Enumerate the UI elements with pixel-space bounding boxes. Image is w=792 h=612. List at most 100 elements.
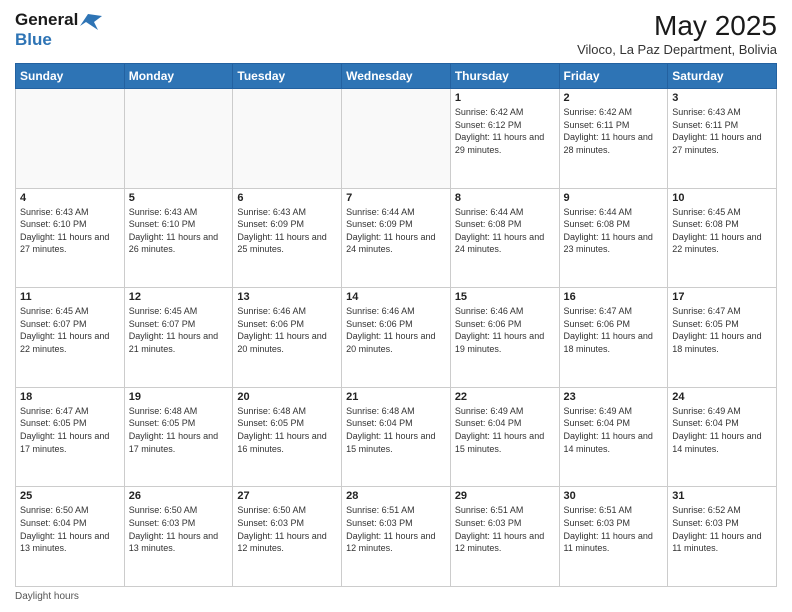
table-row [342, 89, 451, 189]
calendar-week-row: 18 Sunrise: 6:47 AM Sunset: 6:05 PM Dayli… [16, 387, 777, 487]
table-row [16, 89, 125, 189]
table-row: 2 Sunrise: 6:42 AM Sunset: 6:11 PM Daylig… [559, 89, 668, 189]
table-row: 28 Sunrise: 6:51 AM Sunset: 6:03 PM Dayli… [342, 487, 451, 587]
day-number: 19 [129, 391, 229, 403]
day-info: Sunrise: 6:44 AM Sunset: 6:09 PM Dayligh… [346, 206, 446, 256]
day-info: Sunrise: 6:46 AM Sunset: 6:06 PM Dayligh… [455, 305, 555, 355]
day-info: Sunrise: 6:46 AM Sunset: 6:06 PM Dayligh… [237, 305, 337, 355]
table-row: 13 Sunrise: 6:46 AM Sunset: 6:06 PM Dayli… [233, 288, 342, 388]
day-info: Sunrise: 6:44 AM Sunset: 6:08 PM Dayligh… [564, 206, 664, 256]
footer: Daylight hours [15, 591, 777, 602]
table-row: 27 Sunrise: 6:50 AM Sunset: 6:03 PM Dayli… [233, 487, 342, 587]
day-number: 11 [20, 291, 120, 303]
day-number: 10 [672, 192, 772, 204]
table-row: 22 Sunrise: 6:49 AM Sunset: 6:04 PM Dayli… [450, 387, 559, 487]
day-info: Sunrise: 6:49 AM Sunset: 6:04 PM Dayligh… [455, 405, 555, 455]
table-row: 9 Sunrise: 6:44 AM Sunset: 6:08 PM Daylig… [559, 188, 668, 288]
logo: General Blue [15, 10, 102, 49]
day-info: Sunrise: 6:43 AM Sunset: 6:09 PM Dayligh… [237, 206, 337, 256]
title-block: May 2025 Viloco, La Paz Department, Boli… [577, 10, 777, 57]
day-number: 1 [455, 92, 555, 104]
day-number: 20 [237, 391, 337, 403]
calendar-week-row: 11 Sunrise: 6:45 AM Sunset: 6:07 PM Dayli… [16, 288, 777, 388]
table-row: 5 Sunrise: 6:43 AM Sunset: 6:10 PM Daylig… [124, 188, 233, 288]
day-number: 12 [129, 291, 229, 303]
day-info: Sunrise: 6:50 AM Sunset: 6:03 PM Dayligh… [129, 504, 229, 554]
day-number: 31 [672, 490, 772, 502]
day-info: Sunrise: 6:50 AM Sunset: 6:03 PM Dayligh… [237, 504, 337, 554]
day-info: Sunrise: 6:51 AM Sunset: 6:03 PM Dayligh… [346, 504, 446, 554]
logo-line1: General [15, 10, 102, 30]
day-info: Sunrise: 6:44 AM Sunset: 6:08 PM Dayligh… [455, 206, 555, 256]
col-friday: Friday [559, 64, 668, 89]
table-row: 18 Sunrise: 6:47 AM Sunset: 6:05 PM Dayli… [16, 387, 125, 487]
day-number: 6 [237, 192, 337, 204]
day-info: Sunrise: 6:48 AM Sunset: 6:05 PM Dayligh… [129, 405, 229, 455]
location-title: Viloco, La Paz Department, Bolivia [577, 42, 777, 57]
col-thursday: Thursday [450, 64, 559, 89]
table-row: 3 Sunrise: 6:43 AM Sunset: 6:11 PM Daylig… [668, 89, 777, 189]
table-row: 20 Sunrise: 6:48 AM Sunset: 6:05 PM Dayli… [233, 387, 342, 487]
table-row: 8 Sunrise: 6:44 AM Sunset: 6:08 PM Daylig… [450, 188, 559, 288]
day-info: Sunrise: 6:45 AM Sunset: 6:07 PM Dayligh… [20, 305, 120, 355]
day-number: 25 [20, 490, 120, 502]
day-number: 5 [129, 192, 229, 204]
day-info: Sunrise: 6:43 AM Sunset: 6:10 PM Dayligh… [20, 206, 120, 256]
day-info: Sunrise: 6:43 AM Sunset: 6:10 PM Dayligh… [129, 206, 229, 256]
table-row: 17 Sunrise: 6:47 AM Sunset: 6:05 PM Dayli… [668, 288, 777, 388]
day-number: 18 [20, 391, 120, 403]
day-number: 17 [672, 291, 772, 303]
day-number: 27 [237, 490, 337, 502]
day-info: Sunrise: 6:45 AM Sunset: 6:07 PM Dayligh… [129, 305, 229, 355]
day-number: 2 [564, 92, 664, 104]
table-row: 10Sunrise: 6:45 AM Sunset: 6:08 PM Dayli… [668, 188, 777, 288]
table-row: 24Sunrise: 6:49 AM Sunset: 6:04 PM Dayli… [668, 387, 777, 487]
table-row: 29Sunrise: 6:51 AM Sunset: 6:03 PM Dayli… [450, 487, 559, 587]
day-info: Sunrise: 6:51 AM Sunset: 6:03 PM Dayligh… [564, 504, 664, 554]
day-number: 28 [346, 490, 446, 502]
table-row: 21 Sunrise: 6:48 AM Sunset: 6:04 PM Dayli… [342, 387, 451, 487]
month-title: May 2025 [577, 10, 777, 42]
day-info: Sunrise: 6:47 AM Sunset: 6:05 PM Dayligh… [672, 305, 772, 355]
table-row: 14Sunrise: 6:46 AM Sunset: 6:06 PM Dayli… [342, 288, 451, 388]
day-number: 9 [564, 192, 664, 204]
day-number: 22 [455, 391, 555, 403]
table-row: 30Sunrise: 6:51 AM Sunset: 6:03 PM Dayli… [559, 487, 668, 587]
day-info: Sunrise: 6:47 AM Sunset: 6:06 PM Dayligh… [564, 305, 664, 355]
day-number: 13 [237, 291, 337, 303]
calendar-week-row: 4 Sunrise: 6:43 AM Sunset: 6:10 PM Daylig… [16, 188, 777, 288]
day-info: Sunrise: 6:50 AM Sunset: 6:04 PM Dayligh… [20, 504, 120, 554]
day-number: 21 [346, 391, 446, 403]
day-number: 3 [672, 92, 772, 104]
day-info: Sunrise: 6:49 AM Sunset: 6:04 PM Dayligh… [564, 405, 664, 455]
table-row: 31 Sunrise: 6:52 AM Sunset: 6:03 PM Dayli… [668, 487, 777, 587]
table-row: 23 Sunrise: 6:49 AM Sunset: 6:04 PM Dayli… [559, 387, 668, 487]
calendar-table: Sunday Monday Tuesday Wednesday Thursday… [15, 63, 777, 587]
day-info: Sunrise: 6:48 AM Sunset: 6:05 PM Dayligh… [237, 405, 337, 455]
day-number: 8 [455, 192, 555, 204]
day-number: 24 [672, 391, 772, 403]
day-info: Sunrise: 6:42 AM Sunset: 6:11 PM Dayligh… [564, 106, 664, 156]
day-number: 16 [564, 291, 664, 303]
daylight-label: Daylight hours [15, 591, 79, 602]
table-row: 7 Sunrise: 6:44 AM Sunset: 6:09 PM Daylig… [342, 188, 451, 288]
table-row: 11 Sunrise: 6:45 AM Sunset: 6:07 PM Dayli… [16, 288, 125, 388]
table-row: 19 Sunrise: 6:48 AM Sunset: 6:05 PM Dayli… [124, 387, 233, 487]
table-row: 26Sunrise: 6:50 AM Sunset: 6:03 PM Dayli… [124, 487, 233, 587]
table-row: 15 Sunrise: 6:46 AM Sunset: 6:06 PM Dayli… [450, 288, 559, 388]
day-number: 15 [455, 291, 555, 303]
logo-bird-icon [80, 12, 102, 30]
logo-line2: Blue [15, 30, 102, 50]
day-info: Sunrise: 6:43 AM Sunset: 6:11 PM Dayligh… [672, 106, 772, 156]
header: General Blue May 2025 Viloco, La Paz Dep… [15, 10, 777, 57]
day-number: 23 [564, 391, 664, 403]
day-info: Sunrise: 6:46 AM Sunset: 6:06 PM Dayligh… [346, 305, 446, 355]
day-number: 4 [20, 192, 120, 204]
day-info: Sunrise: 6:48 AM Sunset: 6:04 PM Dayligh… [346, 405, 446, 455]
col-sunday: Sunday [16, 64, 125, 89]
page: General Blue May 2025 Viloco, La Paz Dep… [0, 0, 792, 612]
day-info: Sunrise: 6:47 AM Sunset: 6:05 PM Dayligh… [20, 405, 120, 455]
table-row: 25 Sunrise: 6:50 AM Sunset: 6:04 PM Dayli… [16, 487, 125, 587]
day-number: 7 [346, 192, 446, 204]
day-info: Sunrise: 6:52 AM Sunset: 6:03 PM Dayligh… [672, 504, 772, 554]
